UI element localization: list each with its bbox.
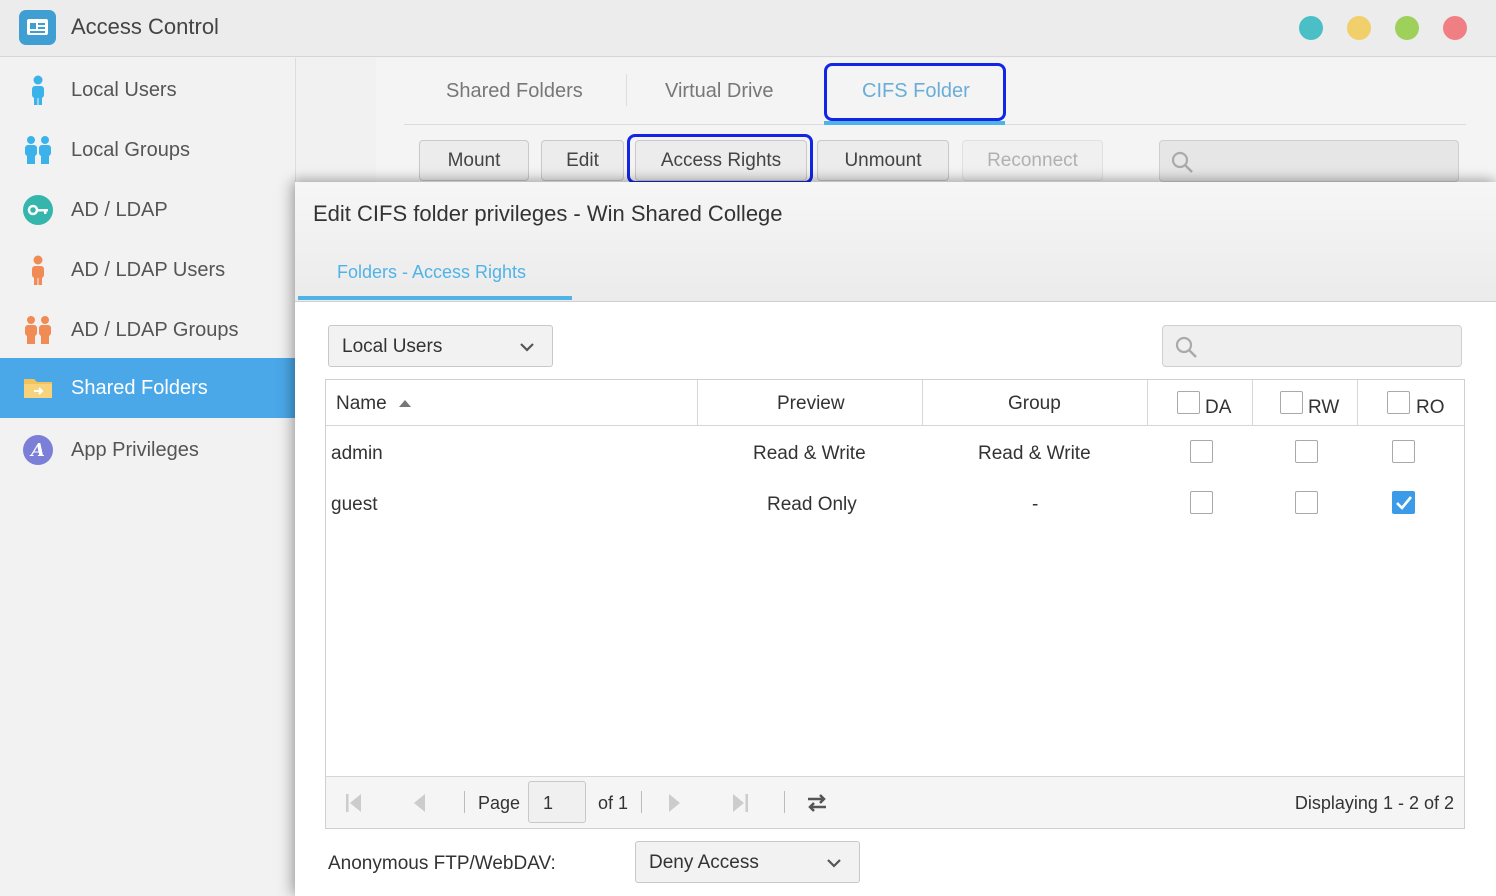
sidebar-item-app-privileges[interactable]: A App Privileges (0, 420, 296, 480)
anonymous-access-value: Deny Access (649, 852, 759, 873)
cell-group: Read & Write (978, 443, 1091, 464)
svg-text:A: A (29, 440, 45, 461)
column-rw: RW (1253, 380, 1358, 426)
grid-header: Name Preview Group DA RW RO (326, 380, 1464, 426)
user-icon (32, 255, 44, 285)
check-icon (1396, 496, 1413, 510)
column-ro: RO (1358, 380, 1464, 426)
access-control-app-icon (19, 10, 56, 45)
sidebar: Local Users Local Groups AD / LDAP AD / … (0, 58, 296, 896)
sidebar-item-local-groups[interactable]: Local Groups (0, 120, 296, 180)
user-icon (32, 75, 44, 105)
sidebar-item-label: AD / LDAP (71, 199, 168, 221)
sidebar-item-shared-folders[interactable]: Shared Folders (0, 358, 296, 418)
edit-privileges-dialog: Edit CIFS folder privileges - Win Shared… (295, 182, 1496, 896)
mount-button[interactable]: Mount (419, 140, 529, 181)
dialog-header: Edit CIFS folder privileges - Win Shared… (295, 182, 1496, 302)
tab-virtual-drive[interactable]: Virtual Drive (665, 80, 774, 103)
unmount-button[interactable]: Unmount (817, 140, 949, 181)
cell-name: admin (331, 443, 383, 464)
tab-shared-folders[interactable]: Shared Folders (446, 80, 583, 103)
dialog-search-input[interactable] (1162, 325, 1462, 367)
access-rights-highlight (627, 134, 813, 184)
column-name[interactable]: Name (326, 380, 698, 426)
cell-preview: Read Only (767, 494, 857, 515)
window-button-yellow[interactable] (1347, 16, 1371, 40)
da-checkbox[interactable] (1190, 440, 1213, 463)
users-icon (25, 136, 51, 164)
tab-active-indicator (824, 121, 1005, 125)
app-title: Access Control (71, 14, 219, 39)
user-type-select[interactable]: Local Users (328, 325, 553, 367)
cell-group: - (1032, 494, 1039, 515)
column-group[interactable]: Group (923, 380, 1148, 426)
search-icon (1171, 151, 1193, 173)
pager-divider (464, 791, 465, 813)
rw-select-all-checkbox[interactable] (1280, 391, 1303, 414)
ro-checkbox[interactable] (1392, 440, 1415, 463)
privileges-grid: Name Preview Group DA RW RO admin Read &… (325, 379, 1465, 829)
reconnect-button[interactable]: Reconnect (962, 140, 1103, 181)
ro-checkbox[interactable] (1392, 491, 1415, 514)
table-row[interactable]: guest Read Only - (326, 478, 1464, 529)
cell-name: guest (331, 494, 378, 515)
folder-icon (24, 379, 52, 398)
page-number-input[interactable]: 1 (528, 781, 586, 823)
users-icon (25, 316, 51, 344)
column-da: DA (1148, 380, 1253, 426)
page-label: Page (478, 793, 521, 813)
sidebar-item-label: Shared Folders (71, 377, 208, 399)
sidebar-item-ad-ldap-groups[interactable]: AD / LDAP Groups (0, 300, 296, 360)
pagination-bar: Page 1 of 1 Displaying 1 - 2 of 2 (326, 776, 1464, 828)
anonymous-access-label: Anonymous FTP/WebDAV: (328, 853, 556, 874)
chevron-down-icon (827, 859, 841, 868)
ro-select-all-checkbox[interactable] (1387, 391, 1410, 414)
cell-preview: Read & Write (753, 443, 866, 464)
column-preview[interactable]: Preview (698, 380, 923, 426)
last-page-icon[interactable] (730, 792, 750, 814)
first-page-icon[interactable] (344, 792, 364, 814)
sidebar-item-ad-ldap[interactable]: AD / LDAP (0, 180, 296, 240)
da-select-all-checkbox[interactable] (1177, 391, 1200, 414)
search-input[interactable] (1159, 140, 1459, 182)
rw-checkbox[interactable] (1295, 440, 1318, 463)
window-button-red[interactable] (1443, 16, 1467, 40)
sort-asc-icon (399, 400, 411, 407)
displaying-count: Displaying 1 - 2 of 2 (1294, 793, 1454, 813)
sidebar-item-local-users[interactable]: Local Users (0, 60, 296, 120)
prev-page-icon[interactable] (410, 792, 428, 814)
page-of-label: of 1 (598, 793, 629, 813)
next-page-icon[interactable] (666, 792, 684, 814)
sidebar-item-label: AD / LDAP Users (71, 259, 226, 281)
app-icon: A (23, 435, 53, 465)
tab-folders-access-rights[interactable]: Folders - Access Rights (337, 262, 526, 283)
rw-checkbox[interactable] (1295, 491, 1318, 514)
anonymous-access-select[interactable]: Deny Access (635, 841, 860, 883)
pager-divider (641, 791, 642, 813)
sidebar-item-label: AD / LDAP Groups (71, 319, 239, 341)
key-icon (23, 195, 53, 225)
refresh-icon[interactable] (804, 790, 830, 816)
sidebar-item-label: Local Users (71, 79, 177, 101)
user-type-value: Local Users (342, 336, 443, 357)
tab-divider (626, 74, 627, 106)
dialog-tab-indicator (298, 296, 572, 300)
table-row[interactable]: admin Read & Write Read & Write (326, 427, 1464, 478)
cifs-folder-highlight (824, 63, 1006, 121)
window-button-teal[interactable] (1299, 16, 1323, 40)
pager-divider (784, 791, 785, 813)
sidebar-item-label: App Privileges (71, 439, 199, 461)
sidebar-item-ad-ldap-users[interactable]: AD / LDAP Users (0, 240, 296, 300)
search-icon (1175, 336, 1197, 358)
dialog-title: Edit CIFS folder privileges - Win Shared… (313, 201, 783, 226)
sidebar-item-label: Local Groups (71, 139, 190, 161)
edit-button[interactable]: Edit (541, 140, 624, 181)
da-checkbox[interactable] (1190, 491, 1213, 514)
window-button-green[interactable] (1395, 16, 1419, 40)
title-bar: Access Control (0, 0, 1496, 57)
chevron-down-icon (520, 343, 534, 352)
